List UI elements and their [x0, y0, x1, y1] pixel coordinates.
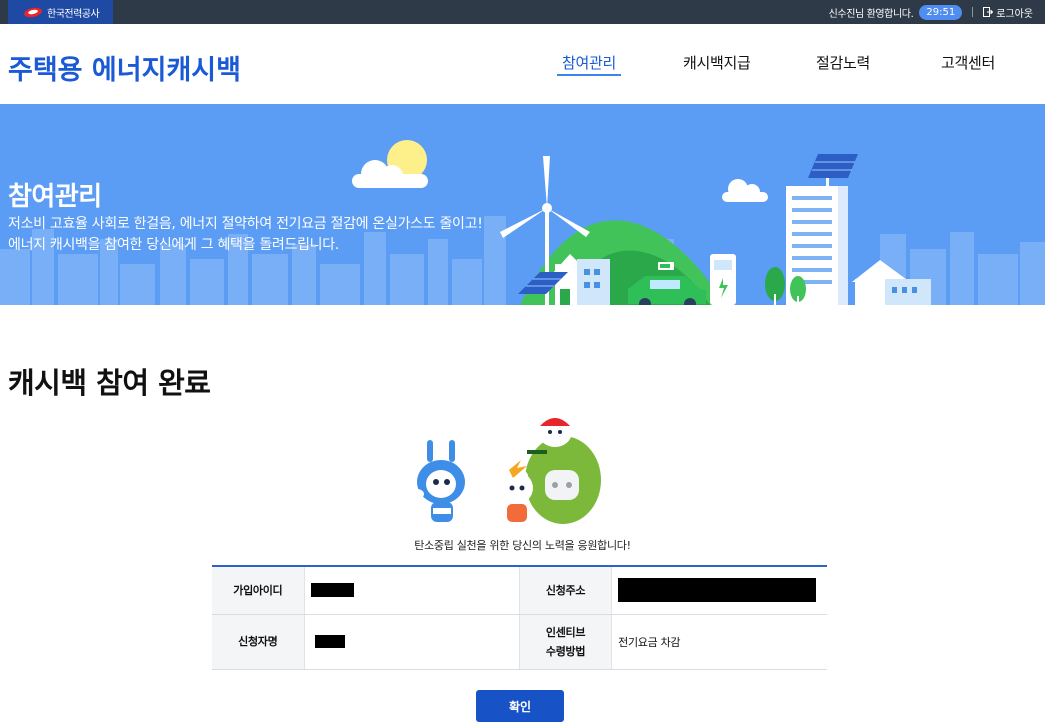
incentive-label-line1: 인센티브 [545, 625, 586, 639]
nav-item-customer-center[interactable]: 고객센터 [941, 52, 995, 73]
address-value [611, 566, 827, 615]
table-row: 가입아이디 신청주소 [212, 566, 827, 615]
page-title: 캐시백 참여 완료 [8, 366, 211, 400]
banner-desc-line2: 에너지 캐시백을 참여한 당신에게 그 혜택을 돌려드립니다. [8, 237, 339, 253]
cheer-message: 탄소중립 실천을 위한 당신의 노력을 응원합니다! [414, 539, 631, 552]
logout-button[interactable]: 로그아웃 [983, 5, 1033, 20]
nav-item-cashback-payment[interactable]: 캐시백지급 [683, 52, 751, 73]
logout-label: 로그아웃 [996, 8, 1033, 20]
banner-description: 저소비 고효율 사회로 한걸음, 에너지 절약하여 전기요금 절감에 온실가스도… [8, 214, 483, 256]
redacted-block [310, 583, 354, 598]
top-utility-bar: 한국전력공사 신수진님 환영합니다. 29:51 로그아웃 [0, 0, 1045, 24]
divider [972, 7, 974, 17]
banner-illustration [0, 140, 1045, 305]
join-id-value [303, 566, 520, 615]
main-nav: 참여관리 캐시백지급 절감노력 고객센터 [0, 52, 1045, 82]
welcome-text: 신수진님 환영합니다. [828, 8, 914, 20]
kepco-logo-icon [24, 7, 42, 18]
applicant-name-label: 신청자명 [212, 614, 305, 670]
applicant-name-value [303, 614, 520, 670]
table-row: 신청자명 인센티브 수령방법 전기요금 차감 [212, 614, 827, 670]
redacted-block [314, 635, 345, 649]
org-name: 한국전력공사 [47, 8, 100, 20]
kepco-mascots-illustration [410, 417, 629, 524]
confirm-button[interactable]: 확인 [476, 690, 564, 722]
incentive-label-line2: 수령방법 [545, 644, 586, 658]
join-id-label: 가입아이디 [212, 566, 305, 615]
banner-title: 참여관리 [8, 182, 102, 212]
redacted-block [618, 578, 817, 603]
banner-desc-line1: 저소비 고효율 사회로 한걸음, 에너지 절약하여 전기요금 절감에 온실가스도… [8, 216, 483, 232]
logout-icon [983, 7, 994, 17]
application-info-table: 가입아이디 신청주소 신청자명 인센티브 수령방법 전기요금 차감 [212, 565, 827, 670]
site-header: 주택용 에너지캐시백 참여관리 캐시백지급 절감노력 고객센터 [0, 24, 1045, 104]
nav-active-indicator [557, 74, 621, 76]
incentive-method-label: 인센티브 수령방법 [518, 614, 612, 670]
address-label: 신청주소 [518, 566, 612, 615]
hero-banner: 참여관리 저소비 고효율 사회로 한걸음, 에너지 절약하여 전기요금 절감에 … [0, 104, 1045, 305]
nav-item-participation[interactable]: 참여관리 [562, 52, 616, 73]
incentive-method-value: 전기요금 차감 [611, 614, 827, 670]
nav-item-saving-effort[interactable]: 절감노력 [816, 52, 870, 73]
kepco-home-link[interactable]: 한국전력공사 [8, 0, 113, 24]
user-area: 신수진님 환영합니다. 29:51 로그아웃 [829, 0, 1033, 24]
session-timer: 29:51 [919, 4, 963, 20]
